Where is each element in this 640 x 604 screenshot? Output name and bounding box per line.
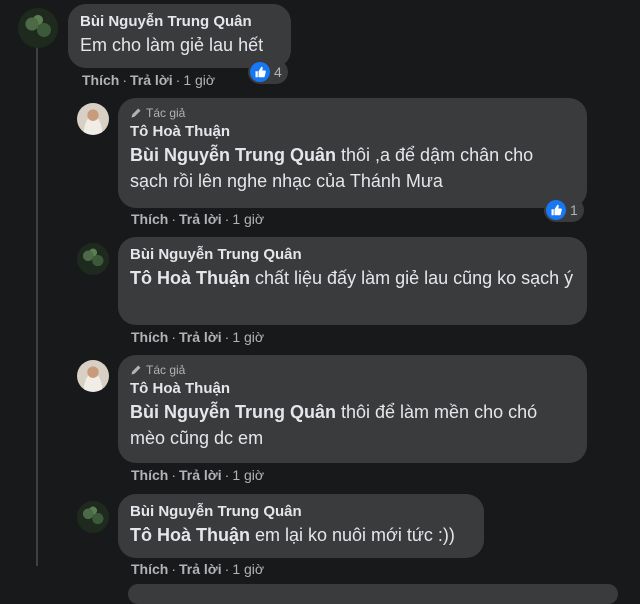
avatar[interactable]: [18, 8, 58, 48]
like-icon: [546, 200, 566, 220]
comment-bubble: Bùi Nguyễn Trung Quân Em cho làm giẻ lau…: [68, 4, 291, 68]
commenter-name[interactable]: Bùi Nguyễn Trung Quân: [130, 245, 575, 265]
like-button[interactable]: Thích: [131, 211, 168, 227]
like-button[interactable]: Thích: [131, 561, 168, 577]
comment-text: Tô Hoà Thuận chất liệu đấy làm giẻ lau c…: [130, 268, 574, 288]
timestamp[interactable]: 1 giờ: [232, 211, 264, 227]
reply-button[interactable]: Trả lời: [179, 561, 222, 577]
reply-button[interactable]: Trả lời: [179, 329, 222, 345]
mention-link[interactable]: Tô Hoà Thuận: [130, 268, 250, 288]
timestamp[interactable]: 1 giờ: [232, 329, 264, 345]
pencil-icon: [131, 365, 141, 375]
timestamp[interactable]: 1 giờ: [232, 467, 264, 483]
timestamp[interactable]: 1 giờ: [232, 561, 264, 577]
comment-bubble: Tác giả Tô Hoà Thuận Bùi Nguyễn Trung Qu…: [118, 98, 587, 208]
pencil-icon: [131, 108, 141, 118]
comment-bubble: Bùi Nguyễn Trung Quân Tô Hoà Thuận em lạ…: [118, 494, 484, 558]
commenter-name[interactable]: Bùi Nguyễn Trung Quân: [130, 502, 472, 522]
comment-actions: Thích · Trả lời · 1 giờ: [82, 72, 216, 88]
avatar[interactable]: [77, 501, 109, 533]
author-badge: Tác giả: [130, 363, 575, 377]
like-button[interactable]: Thích: [131, 329, 168, 345]
comment-bubble: Bùi Nguyễn Trung Quân Tô Hoà Thuận chất …: [118, 237, 587, 325]
comment-text: Bùi Nguyễn Trung Quân thôi để làm mền ch…: [130, 402, 538, 448]
avatar[interactable]: [77, 243, 109, 275]
comment-actions: Thích · Trả lời · 1 giờ: [131, 561, 265, 577]
like-icon: [250, 62, 270, 82]
mention-link[interactable]: Bùi Nguyễn Trung Quân: [130, 145, 336, 165]
comment-bubble: [128, 584, 618, 604]
comment-text: Em cho làm giẻ lau hết: [80, 35, 264, 55]
comment-actions: Thích · Trả lời · 1 giờ: [131, 211, 265, 227]
avatar[interactable]: [77, 360, 109, 392]
commenter-name[interactable]: Tô Hoà Thuận: [130, 379, 575, 399]
reply-thread-line: [36, 46, 38, 566]
reply-button[interactable]: Trả lời: [130, 72, 173, 88]
commenter-name[interactable]: Bùi Nguyễn Trung Quân: [80, 12, 279, 32]
commenter-name[interactable]: Tô Hoà Thuận: [130, 122, 575, 142]
comment-actions: Thích · Trả lời · 1 giờ: [131, 467, 265, 483]
avatar[interactable]: [77, 103, 109, 135]
like-button[interactable]: Thích: [131, 467, 168, 483]
like-button[interactable]: Thích: [82, 72, 119, 88]
mention-link[interactable]: Tô Hoà Thuận: [130, 525, 250, 545]
comment-text: Bùi Nguyễn Trung Quân thôi ,a để dậm châ…: [130, 145, 534, 191]
mention-link[interactable]: Bùi Nguyễn Trung Quân: [130, 402, 336, 422]
comment-bubble: Tác giả Tô Hoà Thuận Bùi Nguyễn Trung Qu…: [118, 355, 587, 463]
comment-actions: Thích · Trả lời · 1 giờ: [131, 329, 265, 345]
reaction-summary[interactable]: 4: [248, 60, 288, 84]
timestamp[interactable]: 1 giờ: [183, 72, 215, 88]
reply-button[interactable]: Trả lời: [179, 467, 222, 483]
reaction-count: 4: [274, 64, 282, 80]
author-badge: Tác giả: [130, 106, 575, 120]
reply-button[interactable]: Trả lời: [179, 211, 222, 227]
comment-text: Tô Hoà Thuận em lại ko nuôi mới tức :)): [130, 525, 455, 545]
reaction-count: 1: [570, 202, 578, 218]
reaction-summary[interactable]: 1: [544, 198, 584, 222]
